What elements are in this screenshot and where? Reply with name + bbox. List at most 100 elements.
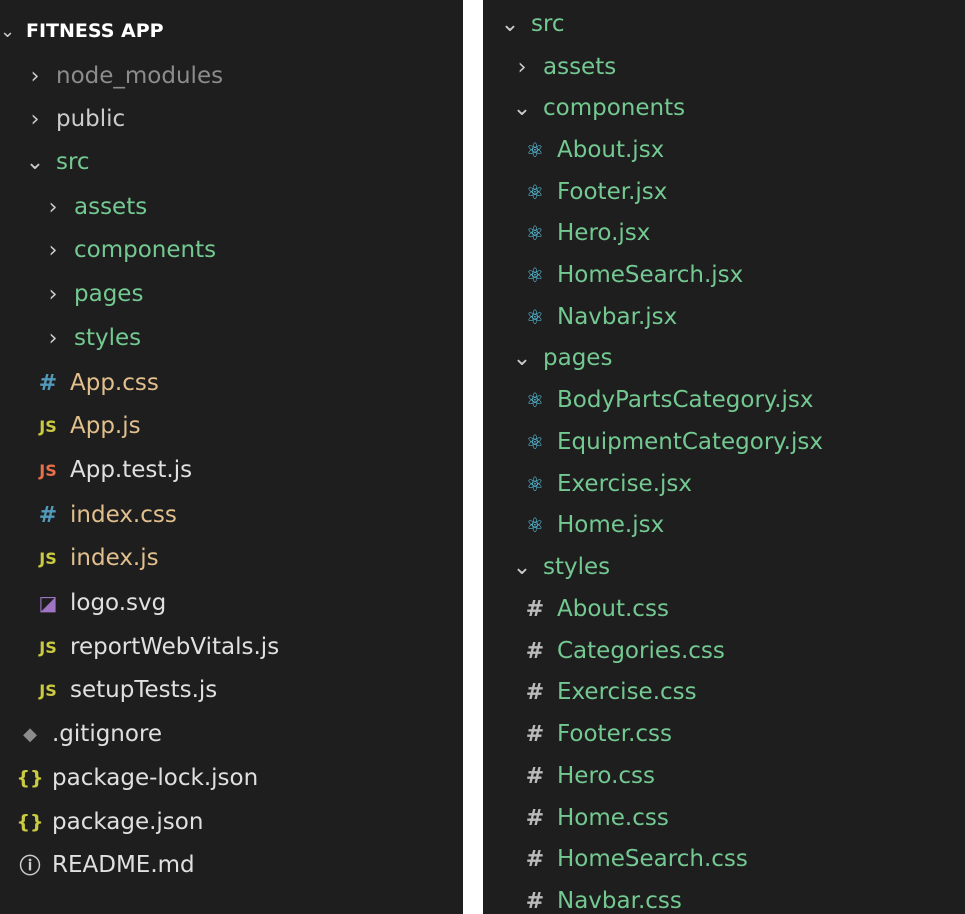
tree-item-label: README.md xyxy=(52,852,195,878)
react-file-icon: ⚛ xyxy=(526,138,544,162)
tree-item-homesearch-jsx[interactable]: ⚛ HomeSearch.jsx xyxy=(483,254,965,296)
tree-item-index-js[interactable]: JS index.js xyxy=(0,537,463,579)
tree-item-app-js[interactable]: JS App.js xyxy=(0,405,463,447)
json-file-icon: {} xyxy=(16,811,44,833)
react-file-icon: ⚛ xyxy=(526,180,544,204)
tree-item-public[interactable]: › public xyxy=(0,98,463,140)
tree-item-hero-css[interactable]: # Hero.css xyxy=(483,755,965,797)
js-file-icon: JS xyxy=(39,680,57,700)
tree-item-categories-css[interactable]: # Categories.css xyxy=(483,630,965,672)
tree-item-hero-jsx[interactable]: ⚛ Hero.jsx xyxy=(483,212,965,254)
chevron-right-icon: › xyxy=(48,237,58,263)
js-file-icon: JS xyxy=(39,416,57,436)
tree-item-footer-jsx[interactable]: ⚛ Footer.jsx xyxy=(483,171,965,213)
tree-item-label: index.css xyxy=(70,502,177,528)
css-file-icon: # xyxy=(525,596,545,622)
tree-item-app-css[interactable]: # App.css xyxy=(0,362,463,404)
tree-item-styles[interactable]: › styles xyxy=(0,317,463,359)
tree-item-components[interactable]: ⌄ components xyxy=(483,87,965,129)
tree-item-label: package.json xyxy=(52,809,204,835)
tree-item-assets[interactable]: › assets xyxy=(0,186,463,228)
tree-item-label: HomeSearch.css xyxy=(557,846,748,872)
react-file-icon: ⚛ xyxy=(526,388,544,412)
tree-item-equipment-jsx[interactable]: ⚛ EquipmentCategory.jsx xyxy=(483,421,965,463)
tree-item-label: setupTests.js xyxy=(70,677,218,703)
css-file-icon: # xyxy=(525,888,545,914)
css-file-icon: # xyxy=(525,805,545,831)
react-file-icon: ⚛ xyxy=(526,221,544,245)
tree-item-footer-css[interactable]: # Footer.css xyxy=(483,713,965,755)
tree-item-label: About.css xyxy=(557,596,669,622)
css-file-icon: # xyxy=(38,502,58,528)
tree-item-package-json[interactable]: {} package.json xyxy=(0,801,463,843)
tree-item-node-modules[interactable]: › node_modules xyxy=(0,55,463,97)
tree-item-pages[interactable]: › pages xyxy=(0,273,463,315)
react-file-icon: ⚛ xyxy=(526,513,544,537)
tree-item-label: assets xyxy=(543,54,617,80)
explorer-right-panel: ⌄ src › assets ⌄ components ⚛ About.jsx … xyxy=(483,0,965,914)
js-file-icon: JS xyxy=(39,637,57,657)
tree-item-logo-svg[interactable]: ◪ logo.svg xyxy=(0,582,463,624)
tree-item-app-test-js[interactable]: JS App.test.js xyxy=(0,449,463,491)
tree-item-label: package-lock.json xyxy=(52,765,259,791)
chevron-down-icon: ⌄ xyxy=(500,11,520,37)
tree-item-label: src xyxy=(56,149,90,175)
tree-item-homesearch-css[interactable]: # HomeSearch.css xyxy=(483,838,965,880)
css-file-icon: # xyxy=(38,370,58,396)
tree-item-src[interactable]: ⌄ src xyxy=(0,141,463,183)
tree-item-home-css[interactable]: # Home.css xyxy=(483,797,965,839)
chevron-right-icon: › xyxy=(48,281,58,307)
chevron-down-icon: ⌄ xyxy=(512,345,532,371)
tree-item-label: styles xyxy=(74,325,142,351)
tree-item-styles[interactable]: ⌄ styles xyxy=(483,546,965,588)
tree-item-label: EquipmentCategory.jsx xyxy=(557,429,823,455)
css-file-icon: # xyxy=(525,763,545,789)
tree-item-home-jsx[interactable]: ⚛ Home.jsx xyxy=(483,504,965,546)
tree-item-setup-tests[interactable]: JS setupTests.js xyxy=(0,669,463,711)
tree-item-src[interactable]: ⌄ src xyxy=(483,3,965,45)
tree-item-label: node_modules xyxy=(56,63,224,89)
tree-item-readme[interactable]: ⓘ README.md xyxy=(0,844,463,886)
tree-item-exercise-jsx[interactable]: ⚛ Exercise.jsx xyxy=(483,463,965,505)
chevron-right-icon: › xyxy=(517,54,527,80)
tree-item-label: App.css xyxy=(70,370,159,396)
tree-item-label: components xyxy=(74,237,217,263)
tree-item-package-lock[interactable]: {} package-lock.json xyxy=(0,757,463,799)
tree-item-label: Categories.css xyxy=(557,638,725,664)
chevron-right-icon: › xyxy=(48,325,58,351)
js-file-icon: JS xyxy=(39,548,57,568)
tree-item-label: Footer.jsx xyxy=(557,179,668,205)
tree-item-label: reportWebVitals.js xyxy=(70,634,280,660)
tree-item-gitignore[interactable]: ◆ .gitignore xyxy=(0,713,463,755)
git-file-icon: ◆ xyxy=(23,723,37,745)
tree-item-label: logo.svg xyxy=(70,590,167,616)
tree-item-components[interactable]: › components xyxy=(0,229,463,271)
react-file-icon: ⚛ xyxy=(526,263,544,287)
tree-item-label: Exercise.jsx xyxy=(557,471,693,497)
tree-item-label: Exercise.css xyxy=(557,679,697,705)
css-file-icon: # xyxy=(525,679,545,705)
tree-item-navbar-css[interactable]: # Navbar.css xyxy=(483,880,965,914)
tree-item-about-css[interactable]: # About.css xyxy=(483,588,965,630)
tree-item-index-css[interactable]: # index.css xyxy=(0,494,463,536)
tree-item-label: App.js xyxy=(70,413,141,439)
tree-item-bodyparts-jsx[interactable]: ⚛ BodyPartsCategory.jsx xyxy=(483,379,965,421)
tree-item-navbar-jsx[interactable]: ⚛ Navbar.jsx xyxy=(483,296,965,338)
tree-item-label: Home.css xyxy=(557,805,669,831)
tree-item-about-jsx[interactable]: ⚛ About.jsx xyxy=(483,129,965,171)
tree-item-report-web-vitals[interactable]: JS reportWebVitals.js xyxy=(0,626,463,668)
explorer-header[interactable]: ⌄ FITNESS APP xyxy=(0,10,463,52)
tree-item-pages[interactable]: ⌄ pages xyxy=(483,337,965,379)
tree-item-label: styles xyxy=(543,554,611,580)
tree-item-label: pages xyxy=(543,345,613,371)
project-title: FITNESS APP xyxy=(26,20,164,42)
tree-item-label: pages xyxy=(74,281,144,307)
tree-item-exercise-css[interactable]: # Exercise.css xyxy=(483,671,965,713)
chevron-right-icon: › xyxy=(30,106,40,132)
tree-item-label: HomeSearch.jsx xyxy=(557,262,744,288)
tree-item-label: assets xyxy=(74,194,148,220)
css-file-icon: # xyxy=(525,721,545,747)
tree-item-assets[interactable]: › assets xyxy=(483,46,965,88)
tree-item-label: .gitignore xyxy=(52,721,163,747)
tree-item-label: App.test.js xyxy=(70,457,193,483)
